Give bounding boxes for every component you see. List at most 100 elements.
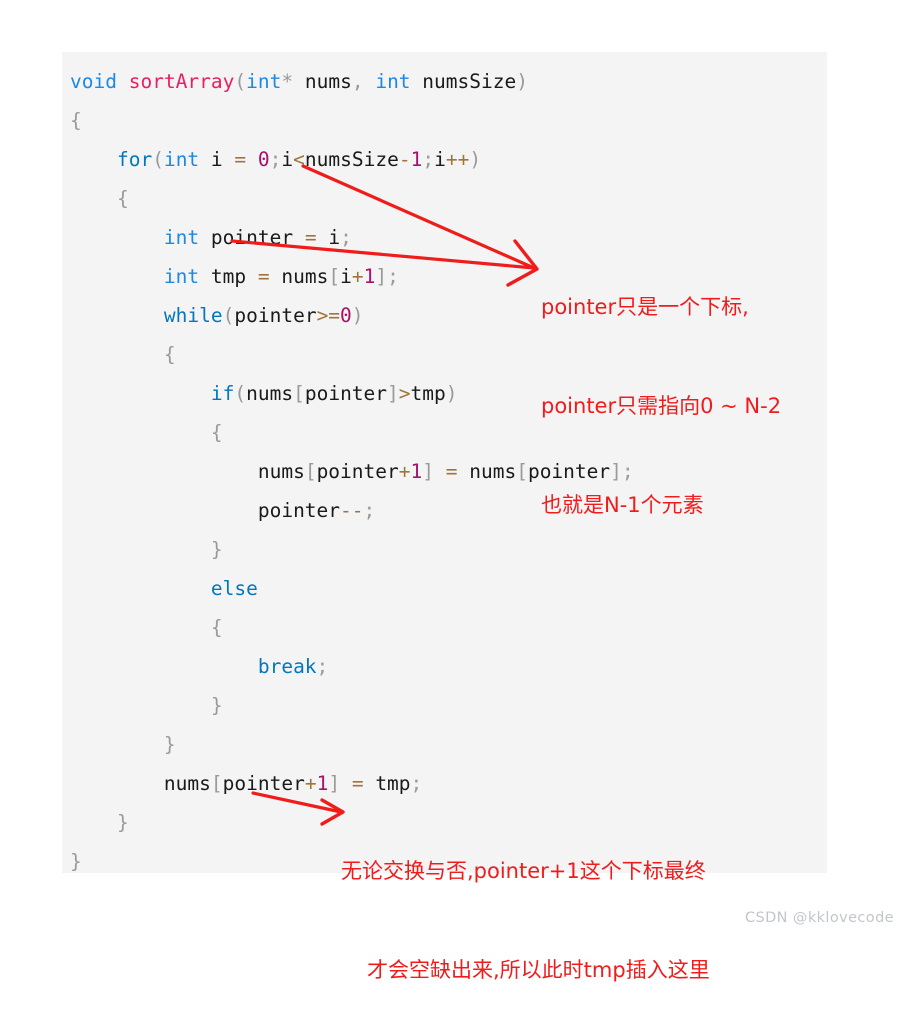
code-token: else xyxy=(210,577,258,600)
code-token: i xyxy=(316,226,341,249)
code-token: if xyxy=(210,382,235,405)
code-token: pointer xyxy=(199,226,305,249)
code-token: >= xyxy=(316,304,341,327)
annotation-note-top-line-1: pointer只是一个下标, xyxy=(541,295,749,319)
code-token: while xyxy=(163,304,223,327)
annotation-note-top-line-3: 也就是N-1个元素 xyxy=(541,493,704,517)
code-token: [ xyxy=(328,265,341,288)
code-token: int xyxy=(375,70,411,93)
code-token: ] xyxy=(328,772,341,795)
code-line: { xyxy=(70,608,827,647)
code-token: nums xyxy=(457,460,517,483)
code-line: void sortArray(int* nums, int numsSize) xyxy=(70,62,827,101)
code-token: ] xyxy=(387,382,399,405)
code-token: 0 xyxy=(257,148,270,171)
code-token: int xyxy=(163,265,200,288)
code-line: { xyxy=(70,101,827,140)
code-token: nums xyxy=(269,265,329,288)
code-line: { xyxy=(70,179,827,218)
code-token: int xyxy=(246,70,282,93)
code-token: 1 xyxy=(410,148,423,171)
code-token: ) xyxy=(516,70,528,93)
code-token: i xyxy=(340,265,352,288)
code-token: } xyxy=(70,850,82,873)
annotation-note-top: pointer只是一个下标, pointer只需指向0 ~ N-2 也就是N-1… xyxy=(541,225,781,555)
code-token: + xyxy=(398,460,411,483)
code-token: { xyxy=(70,109,82,132)
code-token: int xyxy=(163,226,200,249)
code-token: { xyxy=(210,421,223,444)
code-token: [ xyxy=(516,460,528,483)
code-token: ) xyxy=(469,148,482,171)
code-token: pointer xyxy=(304,382,388,405)
code-token: i xyxy=(434,148,446,171)
code-token: ( xyxy=(234,382,247,405)
code-token: 1 xyxy=(363,265,376,288)
code-token: ++ xyxy=(445,148,470,171)
annotation-note-bottom-line-2: 才会空缺出来,所以此时tmp插入这里 xyxy=(367,958,710,982)
code-token: { xyxy=(163,343,176,366)
annotation-note-bottom-line-1: 无论交换与否,pointer+1这个下标最终 xyxy=(341,859,706,883)
code-token: nums xyxy=(257,460,305,483)
code-token: ; xyxy=(269,148,282,171)
code-token: 0 xyxy=(340,304,352,327)
annotation-note-bottom: 无论交换与否,pointer+1这个下标最终 才会空缺出来,所以此时tmp插入这… xyxy=(341,789,710,1020)
code-token: = xyxy=(257,265,270,288)
code-token: + xyxy=(351,265,364,288)
code-token: } xyxy=(116,811,129,834)
code-token: [ xyxy=(304,460,317,483)
code-line: for(int i = 0;i<numsSize-1;i++) xyxy=(70,140,827,179)
code-token: tmp xyxy=(410,382,446,405)
code-token: nums xyxy=(163,772,211,795)
code-token: [ xyxy=(293,382,305,405)
code-token: [ xyxy=(210,772,223,795)
code-token: for xyxy=(116,148,153,171)
code-token: = xyxy=(304,226,317,249)
code-token: , xyxy=(351,70,364,93)
code-token: ; xyxy=(387,265,399,288)
code-line: break; xyxy=(70,647,827,686)
code-token: < xyxy=(293,148,305,171)
code-token: numsSize xyxy=(410,70,517,93)
code-token: pointer xyxy=(316,460,399,483)
code-token: int xyxy=(163,148,200,171)
code-line: } xyxy=(70,725,827,764)
code-token: break xyxy=(257,655,317,678)
code-token: nums xyxy=(293,70,352,93)
code-token: pointer xyxy=(257,499,341,522)
code-token: = xyxy=(445,460,458,483)
code-token: ; xyxy=(316,655,329,678)
code-token: = xyxy=(234,148,247,171)
code-token: } xyxy=(210,538,223,561)
code-token: } xyxy=(210,694,223,717)
code-token: numsSize xyxy=(304,148,399,171)
code-token: > xyxy=(398,382,411,405)
code-token: - xyxy=(398,148,411,171)
code-token: ] xyxy=(375,265,388,288)
code-token: ) xyxy=(445,382,458,405)
code-token: ( xyxy=(222,304,235,327)
code-token: tmp xyxy=(199,265,258,288)
code-token: ( xyxy=(234,70,247,93)
code-token: nums xyxy=(246,382,294,405)
code-token: * xyxy=(281,70,294,93)
code-token: { xyxy=(210,616,223,639)
code-token: i xyxy=(199,148,235,171)
